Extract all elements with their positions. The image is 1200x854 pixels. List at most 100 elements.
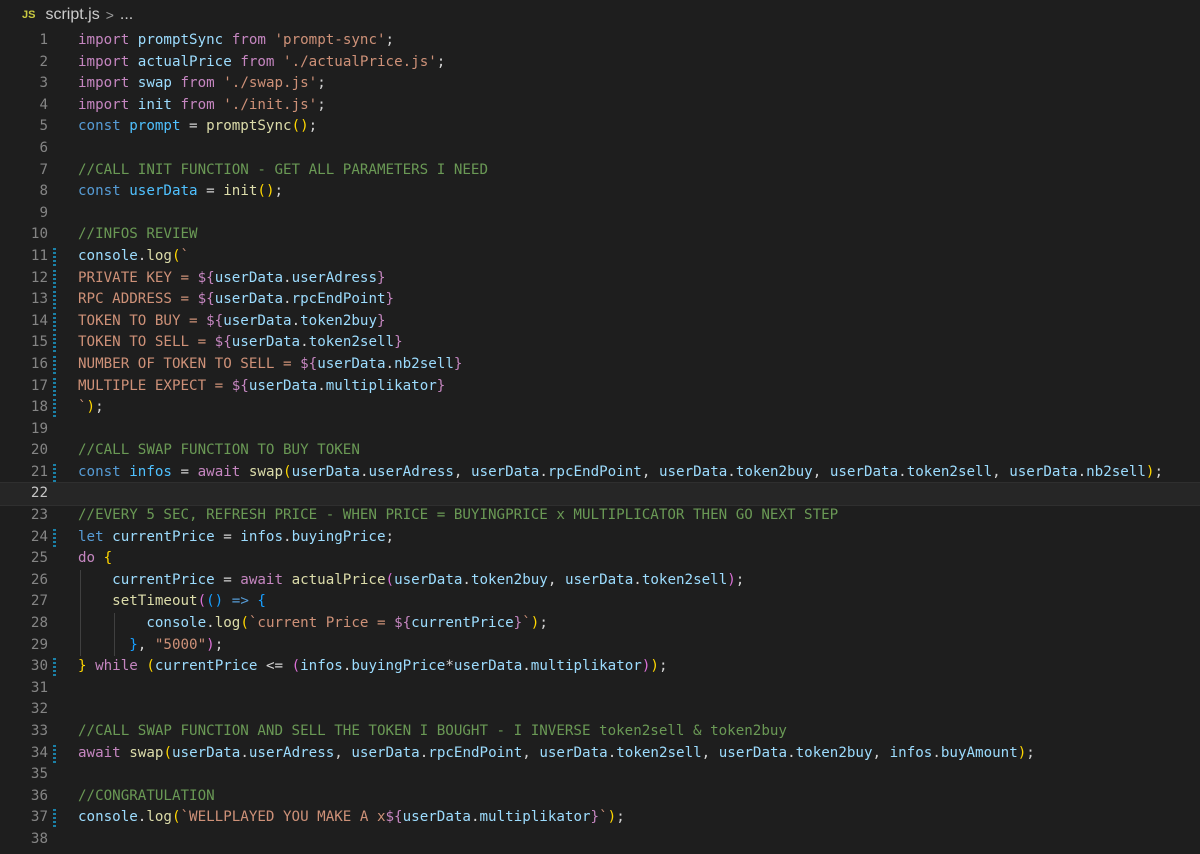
code-text: const infos = await swap(userData.userAd… bbox=[78, 462, 1163, 484]
code-token: ; bbox=[436, 53, 446, 70]
code-line[interactable]: 12 PRIVATE KEY = ${userData.userAdress} bbox=[0, 268, 1200, 290]
code-line[interactable]: 36 //CONGRATULATION bbox=[0, 786, 1200, 808]
git-modified-indicator[interactable] bbox=[53, 528, 56, 547]
git-modified-indicator[interactable] bbox=[53, 809, 56, 828]
code-line[interactable]: 28 console.log(`current Price = ${curren… bbox=[0, 613, 1200, 635]
code-token: } bbox=[394, 334, 403, 351]
code-line[interactable]: 35 bbox=[0, 764, 1200, 786]
breadcrumb: JS script.js > ... bbox=[0, 0, 1200, 30]
code-line[interactable]: 38 bbox=[0, 829, 1200, 851]
code-line[interactable]: 5 const prompt = promptSync(); bbox=[0, 116, 1200, 138]
git-modified-indicator[interactable] bbox=[53, 377, 56, 396]
code-token: ) bbox=[206, 636, 215, 653]
code-token: //INFOS REVIEW bbox=[78, 226, 198, 243]
code-line[interactable]: 19 bbox=[0, 419, 1200, 441]
code-token: actualPrice bbox=[291, 571, 386, 588]
git-modified-indicator[interactable] bbox=[53, 291, 56, 310]
code-text: import init from './init.js'; bbox=[78, 95, 326, 117]
code-token: log bbox=[146, 247, 172, 264]
code-line[interactable]: 22 bbox=[0, 482, 1200, 507]
code-token: from bbox=[180, 96, 215, 113]
line-number: 34 bbox=[30, 744, 48, 761]
code-line[interactable]: 30} while (currentPrice <= (infos.buying… bbox=[0, 656, 1200, 678]
code-token: } bbox=[376, 312, 386, 329]
code-line[interactable]: 29 }, "5000"); bbox=[0, 634, 1200, 657]
code-line[interactable]: 37 console. log(`WELLPLAYED YOU MAKE A x${… bbox=[0, 807, 1200, 829]
code-line[interactable]: 1 import promptSync from 'prompt-sync'; bbox=[0, 30, 1200, 52]
code-token: ; bbox=[214, 636, 224, 653]
code-token: await bbox=[240, 571, 284, 588]
code-line[interactable]: 24 let currentPrice = infos.buyingPrice; bbox=[0, 527, 1200, 549]
git-modified-indicator[interactable] bbox=[53, 269, 56, 288]
git-modified-indicator[interactable] bbox=[53, 312, 56, 331]
code-line[interactable]: 16 NUMBER OF TOKEN TO SELL = ${userData.n… bbox=[0, 354, 1200, 376]
code-line[interactable]: 11 console.log(` bbox=[0, 246, 1200, 268]
code-line[interactable]: 34 await swap(userData.userAdress, userDa… bbox=[0, 743, 1200, 765]
code-line[interactable]: 9 bbox=[0, 203, 1200, 225]
code-token: import bbox=[78, 96, 130, 113]
code-token: userAdress bbox=[248, 744, 335, 761]
code-token: `WELLPLAYED YOU MAKE A x bbox=[180, 809, 386, 826]
code-line[interactable]: 7 //CALL INIT FUNCTION - GET ALL PARAMETE… bbox=[0, 160, 1200, 182]
code-text: //CONGRATULATION bbox=[78, 786, 215, 808]
git-modified-indicator[interactable] bbox=[53, 355, 56, 374]
code-line[interactable]: 26 currentPrice = await actualPrice(user… bbox=[0, 569, 1200, 592]
code-token: ` bbox=[78, 399, 87, 416]
code-text: import promptSync from 'prompt-sync'; bbox=[78, 30, 394, 52]
code-line[interactable]: 8 const userData = init(); bbox=[0, 181, 1200, 203]
code-line[interactable]: 23 //EVERY 5 SEC, REFRESH PRICE - WHEN PR… bbox=[0, 505, 1200, 527]
code-line[interactable]: 33 //CALL SWAP FUNCTION AND SELL THE TOKE… bbox=[0, 721, 1200, 743]
line-number: 31 bbox=[30, 679, 48, 696]
breadcrumb-file-name[interactable]: script.js bbox=[45, 6, 99, 24]
indent-guide bbox=[80, 634, 81, 657]
git-modified-indicator[interactable] bbox=[53, 334, 56, 353]
code-line[interactable]: 17 MULTIPLE EXPECT = ${userData.multiplik… bbox=[0, 376, 1200, 398]
line-number: 23 bbox=[30, 507, 48, 524]
code-token: console bbox=[146, 615, 207, 632]
code-line[interactable]: 15 TOKEN TO SELL = ${userData.token2sell} bbox=[0, 332, 1200, 354]
code-token: = bbox=[197, 183, 224, 200]
code-line[interactable]: 20 //CALL SWAP FUNCTION TO BUY TOKEN bbox=[0, 440, 1200, 462]
breadcrumb-symbols[interactable]: ... bbox=[120, 6, 133, 24]
code-token: , bbox=[522, 744, 540, 761]
code-editor[interactable]: 1 import promptSync from 'prompt-sync'; 2 i… bbox=[0, 30, 1200, 851]
code-line[interactable]: 31 bbox=[0, 678, 1200, 700]
code-text: //CALL SWAP FUNCTION AND SELL THE TOKEN … bbox=[78, 721, 787, 743]
code-line[interactable]: 13 RPC ADDRESS = ${userData.rpcEndPoint} bbox=[0, 289, 1200, 311]
code-token: token2sell bbox=[616, 744, 702, 761]
code-line[interactable]: 14 TOKEN TO BUY = ${userData.token2buy} bbox=[0, 311, 1200, 333]
code-token: . bbox=[317, 377, 326, 394]
code-token: multiplikator bbox=[325, 377, 437, 394]
code-line[interactable]: 10 //INFOS REVIEW bbox=[0, 224, 1200, 246]
code-line[interactable]: 3 import swap from './swap.js'; bbox=[0, 73, 1200, 95]
code-line[interactable]: 2 import actualPrice from './actualPrice.… bbox=[0, 52, 1200, 74]
code-line[interactable]: 21 const infos = await swap(userData.user… bbox=[0, 462, 1200, 484]
code-token: , bbox=[812, 463, 830, 480]
code-token: userData bbox=[539, 744, 608, 761]
code-line[interactable]: 6 bbox=[0, 138, 1200, 160]
line-number: 1 bbox=[39, 32, 48, 48]
code-line[interactable]: 27 setTimeout(() => { bbox=[0, 591, 1200, 614]
code-text: console.log(` bbox=[78, 246, 189, 268]
code-text: import swap from './swap.js'; bbox=[78, 73, 326, 95]
git-modified-indicator[interactable] bbox=[53, 658, 56, 677]
git-modified-indicator[interactable] bbox=[53, 463, 56, 482]
code-line[interactable]: 18 `); bbox=[0, 397, 1200, 419]
code-token: . bbox=[291, 312, 301, 329]
code-line[interactable]: 25 do { bbox=[0, 548, 1200, 570]
indent-guide bbox=[80, 569, 81, 592]
line-number: 21 bbox=[30, 463, 48, 480]
code-text: console. log(`WELLPLAYED YOU MAKE A x${us… bbox=[78, 807, 625, 829]
code-token: ( bbox=[171, 809, 181, 826]
code-line[interactable]: 32 bbox=[0, 699, 1200, 721]
git-modified-indicator[interactable] bbox=[53, 399, 56, 418]
git-modified-indicator[interactable] bbox=[53, 744, 56, 763]
code-token: . bbox=[607, 744, 617, 761]
code-text: //CALL INIT FUNCTION - GET ALL PARAMETER… bbox=[78, 160, 488, 182]
code-token: const bbox=[78, 183, 121, 200]
git-modified-indicator[interactable] bbox=[53, 247, 56, 266]
code-line[interactable]: 4 import init from './init.js'; bbox=[0, 95, 1200, 117]
